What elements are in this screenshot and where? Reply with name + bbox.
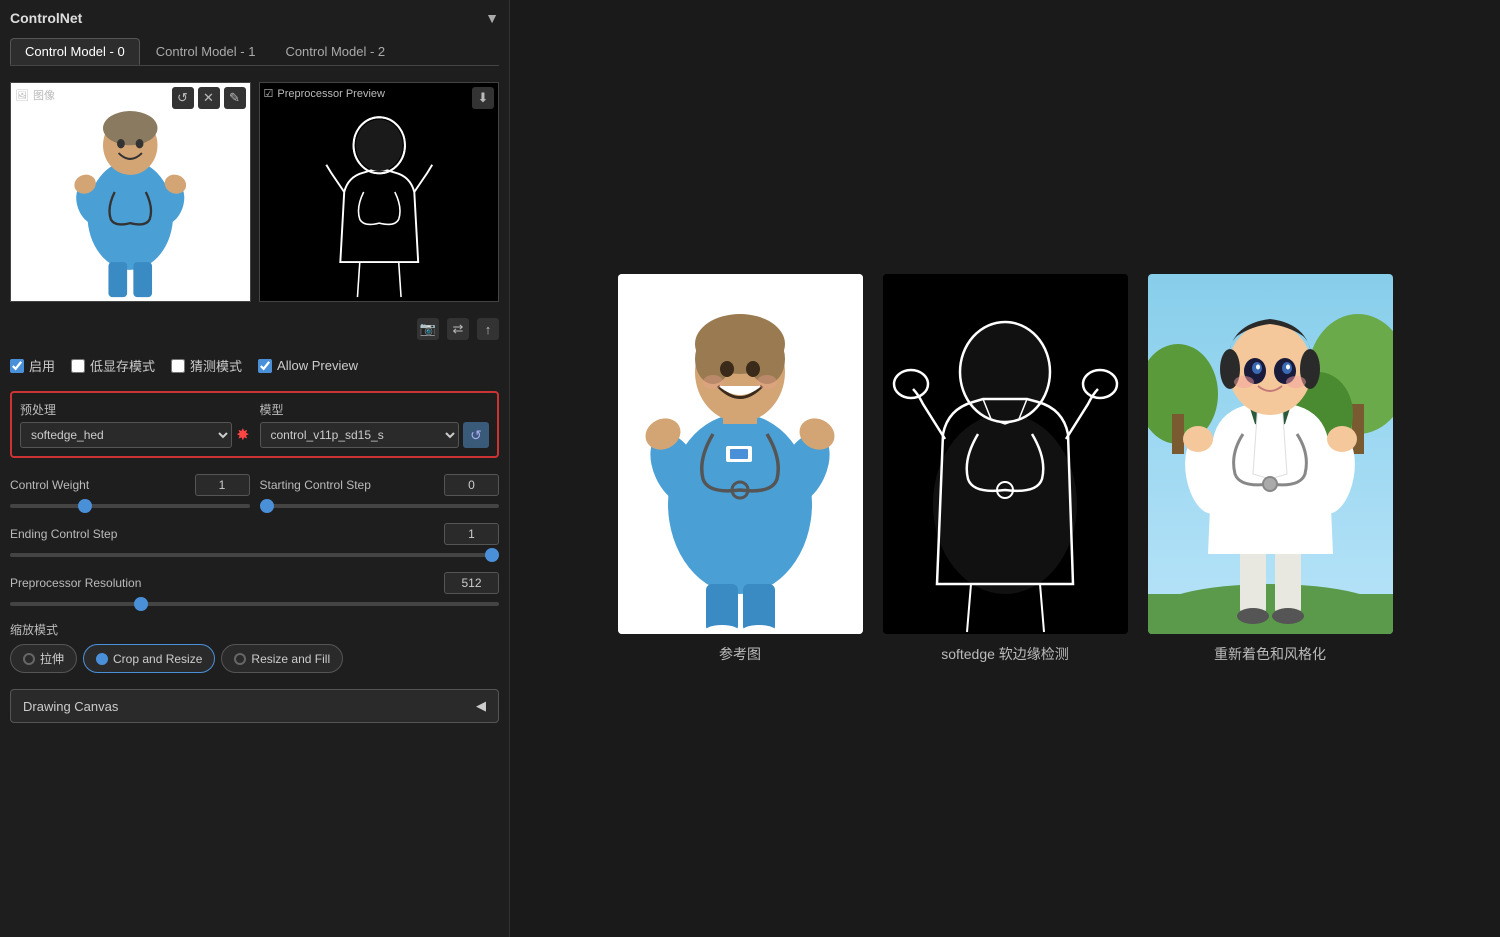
- result-grid: 参考图: [618, 274, 1393, 664]
- preprocessor-select[interactable]: softedge_hed: [20, 422, 232, 448]
- drawing-canvas-button[interactable]: Drawing Canvas ◀: [10, 689, 499, 723]
- close-button[interactable]: ✕: [198, 87, 220, 109]
- low-vram-input[interactable]: [71, 359, 85, 373]
- control-weight-label: Control Weight: [10, 478, 130, 492]
- starting-step-header: Starting Control Step: [260, 474, 500, 496]
- scale-resize-fill-button[interactable]: Resize and Fill: [221, 644, 343, 673]
- edit-button[interactable]: ✎: [224, 87, 246, 109]
- preview-image-content: [260, 83, 499, 301]
- model-row: 预处理 softedge_hed ✸ 模型 control_v11p_sd15_…: [20, 401, 489, 448]
- scale-stretch-button[interactable]: 拉伸: [10, 644, 77, 673]
- tab-control-model-2[interactable]: Control Model - 2: [271, 38, 399, 65]
- ending-step-section: Ending Control Step: [10, 523, 499, 560]
- sketch-svg: [883, 274, 1128, 634]
- preprocessor-res-section: Preprocessor Resolution: [10, 572, 499, 609]
- control-net-panel: ControlNet ▼ Control Model - 0 Control M…: [0, 0, 510, 937]
- result-img-reference: [618, 274, 863, 634]
- result-label-anime: 重新着色和风格化: [1214, 644, 1326, 664]
- panel-header: ControlNet ▼: [10, 10, 499, 26]
- panel-title: ControlNet: [10, 10, 82, 26]
- tab-control-model-1[interactable]: Control Model - 1: [142, 38, 270, 65]
- starting-step-value[interactable]: [444, 474, 499, 496]
- options-row: 启用 低显存模式 猜测模式 Allow Preview: [10, 356, 499, 375]
- preview-image-label: ☑ Preprocessor Preview: [264, 87, 385, 100]
- preview-image-box: ☑ Preprocessor Preview ⬇: [259, 82, 500, 302]
- rotate-button[interactable]: ↺: [172, 87, 194, 109]
- crop-resize-label: Crop and Resize: [113, 652, 202, 666]
- source-image-label: 🖼 图像: [15, 87, 55, 103]
- tab-control-model-0[interactable]: Control Model - 0: [10, 38, 140, 65]
- result-item-anime: 重新着色和风格化: [1148, 274, 1393, 664]
- upload-button[interactable]: ↑: [477, 318, 499, 340]
- swap-button[interactable]: ⇄: [447, 318, 469, 340]
- result-item-reference: 参考图: [618, 274, 863, 664]
- control-weight-header: Control Weight: [10, 474, 250, 496]
- source-image-content: [11, 83, 250, 301]
- scale-mode-label: 缩放模式: [10, 621, 499, 638]
- result-img-sketch: [883, 274, 1128, 634]
- enable-checkbox[interactable]: 启用: [10, 356, 55, 375]
- preview-checkbox-icon: ☑: [264, 87, 274, 100]
- ending-step-slider[interactable]: [10, 553, 499, 557]
- result-img-anime: [1148, 274, 1393, 634]
- starting-step-label: Starting Control Step: [260, 478, 380, 492]
- resize-fill-label: Resize and Fill: [251, 652, 330, 666]
- preprocessor-label: 预处理: [20, 401, 250, 418]
- starting-step-slider[interactable]: [260, 504, 500, 508]
- preprocessor-res-label: Preprocessor Resolution: [10, 576, 141, 590]
- preprocessor-col: 预处理 softedge_hed ✸: [20, 401, 250, 448]
- model-col: 模型 control_v11p_sd15_s ↺: [260, 401, 490, 448]
- guess-mode-checkbox[interactable]: 猜测模式: [171, 356, 242, 375]
- guess-mode-input[interactable]: [171, 359, 185, 373]
- control-weight-section: Control Weight: [10, 474, 250, 511]
- control-weight-value[interactable]: [195, 474, 250, 496]
- model-section: 预处理 softedge_hed ✸ 模型 control_v11p_sd15_…: [10, 391, 499, 458]
- enable-input[interactable]: [10, 359, 24, 373]
- resize-fill-radio-dot: [234, 653, 246, 665]
- scale-crop-resize-button[interactable]: Crop and Resize: [83, 644, 215, 673]
- panel-collapse-button[interactable]: ▼: [485, 10, 499, 26]
- star-icon: ✸: [236, 425, 249, 445]
- source-image-controls: ↺ ✕ ✎: [172, 87, 246, 109]
- result-label-reference: 参考图: [719, 644, 761, 664]
- anime-svg: [1148, 274, 1393, 634]
- scale-mode-section: 缩放模式 拉伸 Crop and Resize Resize and Fill: [10, 621, 499, 673]
- result-item-sketch: softedge 软边缘检测: [883, 274, 1128, 664]
- preview-image-controls: ⬇: [472, 87, 494, 109]
- low-vram-checkbox[interactable]: 低显存模式: [71, 356, 155, 375]
- control-weight-slider[interactable]: [10, 504, 250, 508]
- drawing-canvas-label: Drawing Canvas: [23, 699, 118, 714]
- preprocessor-res-value[interactable]: [444, 572, 499, 594]
- download-button[interactable]: ⬇: [472, 87, 494, 109]
- stretch-label: 拉伸: [40, 650, 64, 667]
- ending-step-value[interactable]: [444, 523, 499, 545]
- model-select-row: control_v11p_sd15_s ↺: [260, 422, 490, 448]
- right-panel: 参考图: [510, 0, 1500, 937]
- preprocessor-res-header: Preprocessor Resolution: [10, 572, 499, 594]
- drawing-canvas-icon: ◀: [476, 698, 486, 714]
- stretch-radio-dot: [23, 653, 35, 665]
- allow-preview-checkbox[interactable]: Allow Preview: [258, 358, 358, 373]
- weight-step-row: Control Weight Starting Control Step: [10, 474, 499, 511]
- ending-step-header: Ending Control Step: [10, 523, 499, 545]
- image-icon: 🖼: [15, 89, 29, 102]
- allow-preview-input[interactable]: [258, 359, 272, 373]
- scale-mode-buttons: 拉伸 Crop and Resize Resize and Fill: [10, 644, 499, 673]
- preprocessor-select-row: softedge_hed ✸: [20, 422, 250, 448]
- image-row: 🖼 图像 ↺ ✕ ✎: [10, 82, 499, 302]
- camera-button[interactable]: 📷: [417, 318, 439, 340]
- reference-svg: [618, 274, 863, 634]
- ending-step-label: Ending Control Step: [10, 527, 130, 541]
- model-tabs: Control Model - 0 Control Model - 1 Cont…: [10, 38, 499, 66]
- source-image-box: 🖼 图像 ↺ ✕ ✎: [10, 82, 251, 302]
- refresh-button[interactable]: ↺: [463, 422, 489, 448]
- crop-resize-radio-dot: [96, 653, 108, 665]
- toolbar-row: 📷 ⇄ ↑: [10, 314, 499, 344]
- starting-step-section: Starting Control Step: [260, 474, 500, 511]
- preprocessor-res-slider[interactable]: [10, 602, 499, 606]
- result-label-sketch: softedge 软边缘检测: [941, 644, 1069, 664]
- model-select[interactable]: control_v11p_sd15_s: [260, 422, 460, 448]
- model-label: 模型: [260, 401, 490, 418]
